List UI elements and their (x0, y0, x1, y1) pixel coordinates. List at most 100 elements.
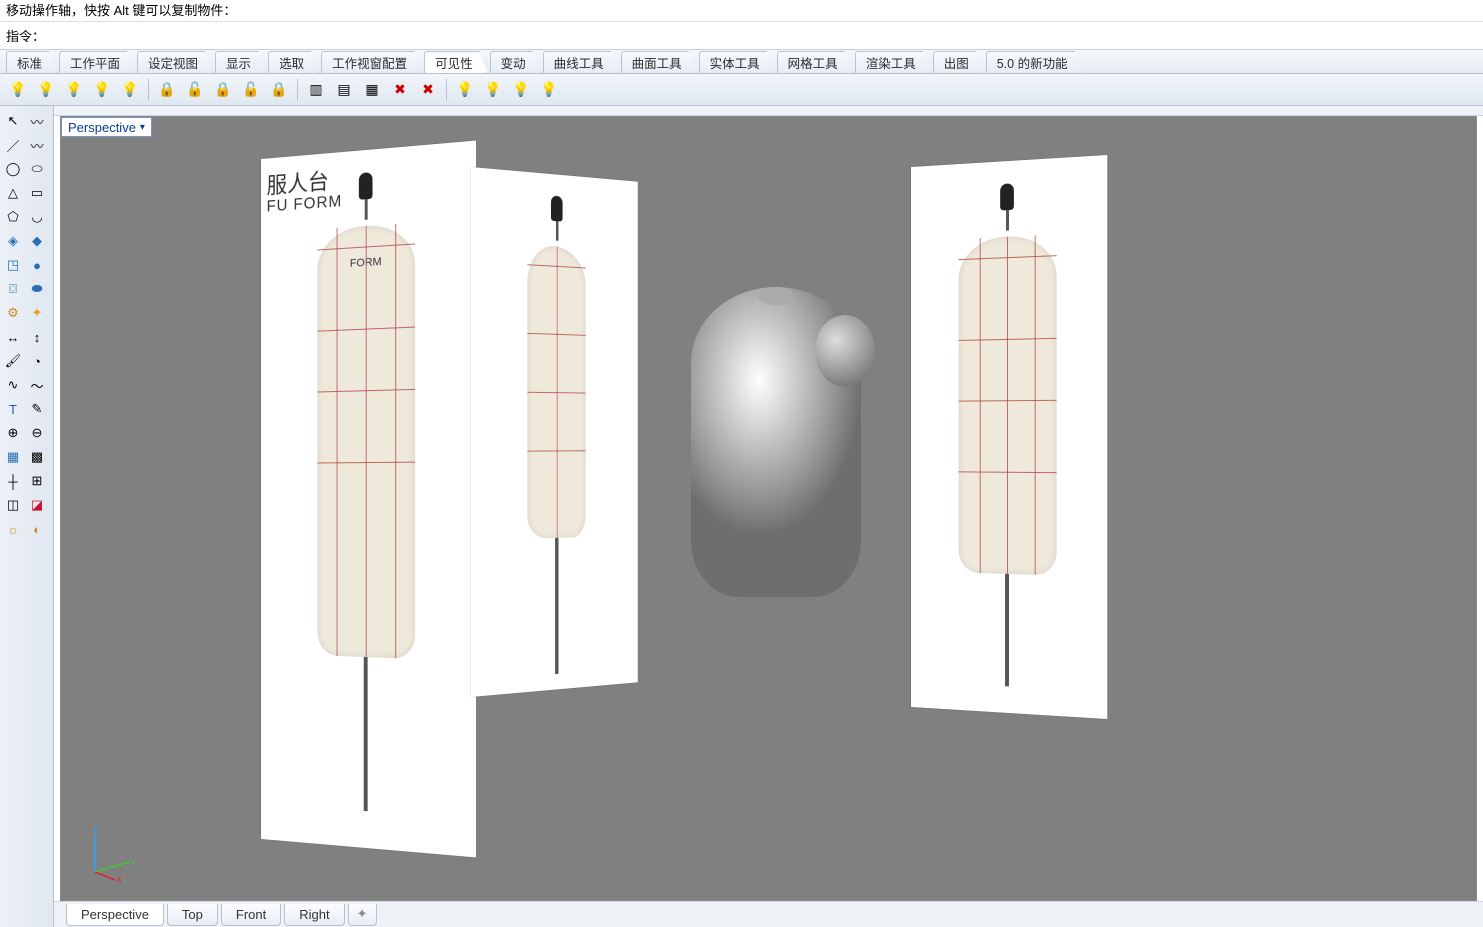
rend-icon[interactable]: ☼ (2, 518, 24, 540)
paint-icon[interactable]: 🖌 (2, 350, 24, 372)
separator (148, 79, 149, 101)
gear1-icon[interactable]: ⚙ (2, 302, 24, 324)
bool1-icon[interactable]: ⊕ (2, 422, 24, 444)
reference-image-back[interactable] (911, 155, 1107, 719)
mesh-icon[interactable]: ▦ (2, 446, 24, 468)
command-input[interactable] (49, 28, 1477, 43)
triangle-icon[interactable]: △ (2, 182, 24, 204)
dim2-icon[interactable]: ↕ (26, 326, 48, 348)
isolate-icon[interactable]: 💡 (118, 78, 142, 102)
tab-mesh-tools[interactable]: 网格工具 (777, 51, 853, 73)
viewport-title[interactable]: Perspective ▾ (61, 117, 152, 137)
cylinder-icon[interactable]: ⌼ (2, 278, 24, 300)
hide-swap-icon[interactable]: 💡 (90, 78, 114, 102)
tab-drafting[interactable]: 出图 (933, 51, 984, 73)
ellipse-icon[interactable]: ⬭ (26, 158, 48, 180)
lock-icon[interactable]: 🔒 (155, 78, 179, 102)
show-sel-icon[interactable]: 💡 (34, 78, 58, 102)
tab-display[interactable]: 显示 (215, 51, 266, 73)
srf2-icon[interactable]: ◆ (26, 230, 48, 252)
status-line: 移动操作轴，快按 Alt 键可以复制物件： (0, 0, 1483, 22)
help4-icon[interactable]: 💡 (537, 78, 561, 102)
crv1-icon[interactable]: ∿ (2, 374, 24, 396)
svg-text:z: z (93, 824, 98, 834)
crv2-icon[interactable]: 〜 (26, 374, 48, 396)
top-scrollbar[interactable] (54, 106, 1483, 116)
rect-icon[interactable]: ▭ (26, 182, 48, 204)
grid2-icon[interactable]: ⊞ (26, 470, 48, 492)
sphere-icon[interactable]: ● (26, 254, 48, 276)
bool2-icon[interactable]: ⊖ (26, 422, 48, 444)
util1-icon[interactable]: ◫ (2, 494, 24, 516)
tab-viewport-layout[interactable]: 工作视窗配置 (321, 51, 422, 73)
panel-icon[interactable]: ▥ (304, 78, 328, 102)
vtab-right[interactable]: Right (284, 904, 344, 926)
clear-icon[interactable]: ✖ (388, 78, 412, 102)
polygon-icon[interactable]: ⬠ (2, 206, 24, 228)
srf1-icon[interactable]: ◈ (2, 230, 24, 252)
lasso-icon[interactable]: 〰 (26, 110, 48, 132)
svg-text:x: x (117, 874, 122, 882)
circle-icon[interactable]: ◯ (2, 158, 24, 180)
mesh2-icon[interactable]: ▩ (26, 446, 48, 468)
rend2-icon[interactable]: ◐ (26, 518, 48, 540)
delete-icon[interactable]: ✖ (416, 78, 440, 102)
annot-icon[interactable]: ✎ (26, 398, 48, 420)
separator (446, 79, 447, 101)
tab-select[interactable]: 选取 (268, 51, 319, 73)
tab-new-v5[interactable]: 5.0 的新功能 (986, 51, 1083, 73)
vtab-top[interactable]: Top (167, 904, 218, 926)
line-icon[interactable]: ／ (2, 134, 24, 156)
layers-icon[interactable]: ▤ (332, 78, 356, 102)
lock-swap-icon[interactable]: 🔒 (211, 78, 235, 102)
vtab-perspective[interactable]: Perspective (66, 904, 164, 926)
reference-image-front[interactable]: 服人台 FU FORM FORM (261, 141, 476, 858)
separator (297, 79, 298, 101)
viewport-wrap: Perspective ▾ 服人台 FU FORM FORM (54, 106, 1483, 927)
svg-text:y: y (131, 856, 136, 866)
select-filter-icon[interactable]: ▦ (360, 78, 384, 102)
vtab-front[interactable]: Front (221, 904, 281, 926)
tab-curve-tools[interactable]: 曲线工具 (543, 51, 619, 73)
tab-cplane[interactable]: 工作平面 (59, 51, 135, 73)
help2-icon[interactable]: 💡 (481, 78, 505, 102)
show-icon[interactable]: 💡 (6, 78, 30, 102)
gear2-icon[interactable]: ✦ (26, 302, 48, 324)
lock-sel-icon[interactable]: 🔒 (267, 78, 291, 102)
tab-setview[interactable]: 设定视图 (137, 51, 213, 73)
tab-standard[interactable]: 标准 (6, 51, 57, 73)
color-icon[interactable]: ◔ (26, 350, 48, 372)
vtab-add[interactable]: ✦ (348, 904, 377, 926)
tab-solid-tools[interactable]: 实体工具 (699, 51, 775, 73)
arc-icon[interactable]: ◡ (26, 206, 48, 228)
dim-icon[interactable]: ↔ (2, 326, 24, 348)
help3-icon[interactable]: 💡 (509, 78, 533, 102)
pointer-icon[interactable]: ↖ (2, 110, 24, 132)
box-icon[interactable]: ◳ (2, 254, 24, 276)
unlock-all-icon[interactable]: 🔓 (239, 78, 263, 102)
tab-surface-tools[interactable]: 曲面工具 (621, 51, 697, 73)
visibility-toolbar: 💡 💡 💡 💡 💡 🔒 🔓 🔒 🔓 🔒 ▥ ▤ ▦ ✖ ✖ 💡 💡 💡 💡 (0, 74, 1483, 106)
grid-icon[interactable]: ┼ (2, 470, 24, 492)
text-icon[interactable]: T (2, 398, 24, 420)
reference-image-side[interactable] (471, 167, 638, 697)
model-torso-3d[interactable] (691, 287, 891, 607)
tab-visibility[interactable]: 可见性 (424, 51, 488, 73)
viewport-title-text: Perspective (68, 120, 136, 135)
tab-transform[interactable]: 变动 (490, 51, 541, 73)
toolbar-tabs: 标准 工作平面 设定视图 显示 选取 工作视窗配置 可见性 变动 曲线工具 曲面… (0, 50, 1483, 74)
tab-render-tools[interactable]: 渲染工具 (855, 51, 931, 73)
axis-gizmo: z y x (85, 822, 145, 882)
util2-icon[interactable]: ◪ (26, 494, 48, 516)
side-toolbar: ↖〰 ／〰 ◯⬭ △▭ ⬠◡ ◈◆ ◳● ⌼⬬ ⚙✦ ↔↕ 🖌◔ ∿〜 T✎ ⊕… (0, 106, 54, 927)
pipe-icon[interactable]: ⬬ (26, 278, 48, 300)
viewport-perspective[interactable]: Perspective ▾ 服人台 FU FORM FORM (60, 116, 1477, 901)
help1-icon[interactable]: 💡 (453, 78, 477, 102)
polyline-icon[interactable]: 〰 (26, 134, 48, 156)
command-line: 指令： (0, 22, 1483, 50)
main-area: ↖〰 ／〰 ◯⬭ △▭ ⬠◡ ◈◆ ◳● ⌼⬬ ⚙✦ ↔↕ 🖌◔ ∿〜 T✎ ⊕… (0, 106, 1483, 927)
unlock-icon[interactable]: 🔓 (183, 78, 207, 102)
command-label: 指令： (6, 26, 45, 45)
viewport-dropdown-icon[interactable]: ▾ (140, 122, 145, 133)
hide-icon[interactable]: 💡 (62, 78, 86, 102)
